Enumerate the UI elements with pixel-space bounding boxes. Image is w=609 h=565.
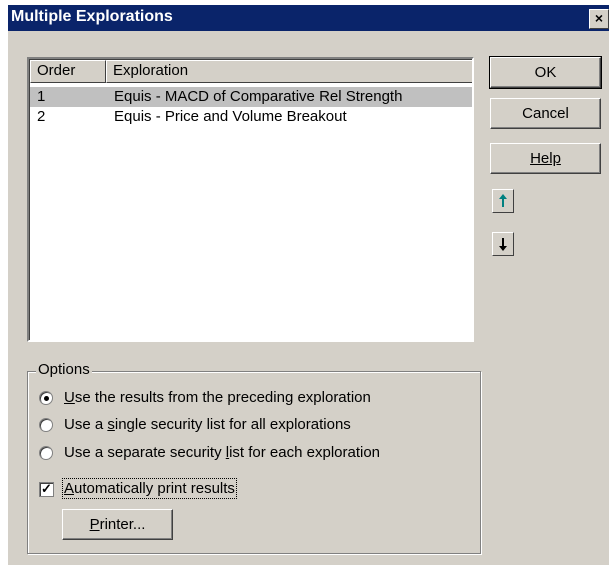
column-header-order[interactable]: Order [30,60,106,83]
close-icon: × [594,10,604,26]
radio-single-list[interactable] [39,418,53,432]
close-button[interactable]: × [589,9,609,29]
dialog-title: Multiple Explorations [11,8,173,25]
radio-single-list-label: Use a single security list for all explo… [64,416,351,433]
printer-button[interactable]: Printer... [62,509,173,540]
ok-button[interactable]: OK [489,56,602,89]
list-item-order: 1 [37,88,46,105]
list-item-order: 2 [37,108,46,125]
auto-print-checkbox[interactable]: ✓ [39,482,54,497]
explorations-list[interactable]: Order Exploration 1 Equis - MACD of Comp… [27,57,474,342]
arrow-up-icon [499,194,507,207]
list-item[interactable]: 2 Equis - Price and Volume Breakout [30,107,472,127]
radio-preceding-results[interactable] [39,391,53,405]
cancel-button[interactable]: Cancel [490,98,601,129]
arrow-down-icon [499,238,507,251]
column-header-exploration[interactable]: Exploration [106,60,472,83]
list-item[interactable]: 1 Equis - MACD of Comparative Rel Streng… [30,87,472,107]
help-button[interactable]: Help [490,143,601,174]
radio-separate-list[interactable] [39,446,53,460]
radio-preceding-results-label: Use the results from the preceding explo… [64,389,371,406]
move-up-button[interactable] [492,189,514,213]
list-item-exploration: Equis - MACD of Comparative Rel Strength [114,88,403,105]
radio-separate-list-label: Use a separate security list for each ex… [64,444,381,461]
auto-print-label: Automatically print results [62,478,237,499]
title-bar[interactable]: Multiple Explorations × [8,5,609,31]
options-legend: Options [36,361,92,378]
radio-dot [44,396,49,401]
move-down-button[interactable] [492,232,514,256]
list-item-exploration: Equis - Price and Volume Breakout [114,108,347,125]
